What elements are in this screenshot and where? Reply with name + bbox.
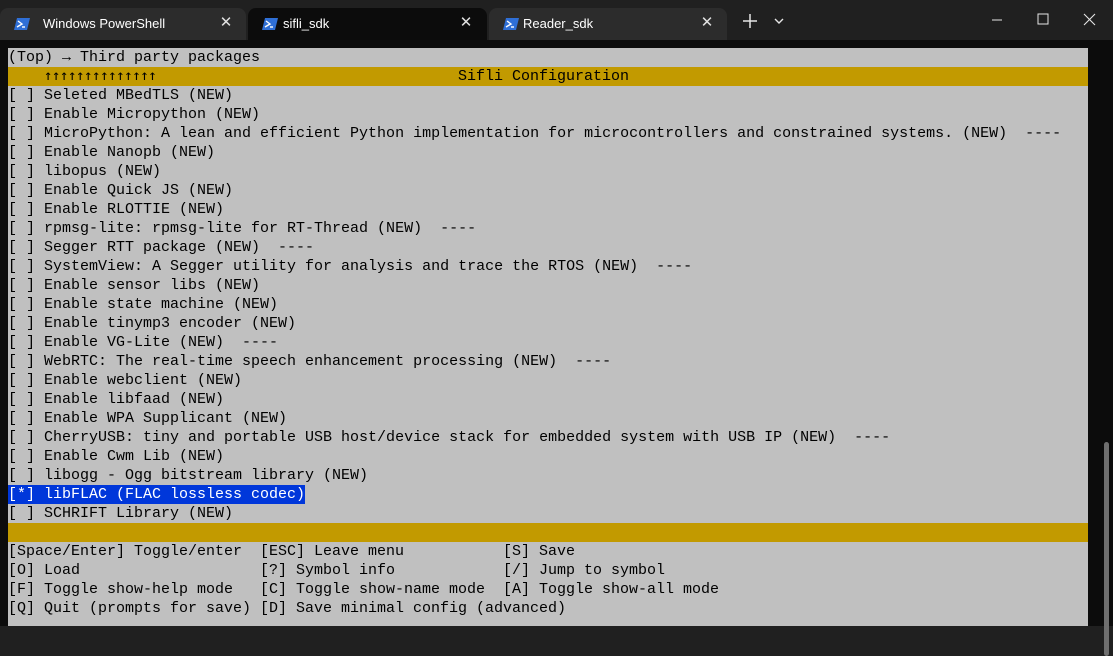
menu-item-label: [ ] Enable Nanopb (NEW) [8, 144, 216, 161]
close-window-icon[interactable] [1067, 0, 1113, 40]
menu-item[interactable]: [ ] SystemView: A Segger utility for ana… [8, 257, 1088, 276]
help-key-hint: [D] Save minimal config (advanced) [260, 600, 567, 617]
menu-item[interactable]: [ ] rpmsg-lite: rpmsg-lite for RT-Thread… [8, 219, 1088, 238]
close-tab-icon[interactable]: ✕ [697, 13, 717, 33]
help-key-hint: [S] Save [503, 543, 576, 560]
help-key-hint: [A] Toggle show-all mode [503, 581, 720, 598]
menu-item-label: [ ] Enable libfaad (NEW) [8, 391, 225, 408]
menu-item[interactable]: [ ] Enable tinymp3 encoder (NEW) [8, 314, 1088, 333]
menu-item[interactable]: [ ] SCHRIFT Library (NEW) [8, 504, 1088, 523]
menu-item-label: [ ] Enable Cwm Lib (NEW) [8, 448, 225, 465]
menu-item-label: [ ] Enable VG-Lite (NEW) ---- [8, 334, 279, 351]
menu-item[interactable]: [ ] Enable VG-Lite (NEW) ---- [8, 333, 1088, 352]
menu-item-label: [ ] SCHRIFT Library (NEW) [8, 505, 234, 522]
menu-item[interactable]: [ ] Enable sensor libs (NEW) [8, 276, 1088, 295]
bottom-separator-bar [8, 523, 1088, 542]
menu-item[interactable]: [ ] Enable webclient (NEW) [8, 371, 1088, 390]
menu-item-label: [ ] CherryUSB: tiny and portable USB hos… [8, 429, 891, 446]
menu-item-label: [ ] Segger RTT package (NEW) ---- [8, 239, 315, 256]
help-key-hint: [Space/Enter] Toggle/enter [8, 543, 243, 560]
help-key-hint: [?] Symbol info [260, 562, 396, 579]
menu-item-label: [ ] Enable WPA Supplicant (NEW) [8, 410, 288, 427]
powershell-icon [503, 18, 519, 30]
chevron-down-icon[interactable] [770, 12, 788, 30]
powershell-icon [262, 18, 278, 30]
menu-item[interactable]: [ ] Segger RTT package (NEW) ---- [8, 238, 1088, 257]
menu-item-selected[interactable]: [*] libFLAC (FLAC lossless codec) [8, 485, 1088, 504]
help-key-hint: [F] Toggle show-help mode [8, 581, 234, 598]
menu-item[interactable]: [ ] Enable Cwm Lib (NEW) [8, 447, 1088, 466]
help-key-hint: [O] Load [8, 562, 81, 579]
menu-item-label: [ ] SystemView: A Segger utility for ana… [8, 258, 693, 275]
breadcrumb: (Top) → Third party packages [8, 49, 261, 66]
menu-item-label: [ ] rpmsg-lite: rpmsg-lite for RT-Thread… [8, 220, 477, 237]
tab-windows-powershell[interactable]: Windows PowerShell ✕ [0, 8, 246, 40]
menu-item-label: [ ] libogg - Ogg bitstream library (NEW) [8, 467, 369, 484]
menu-item[interactable]: [ ] WebRTC: The real-time speech enhance… [8, 352, 1088, 371]
menu-item-label: [ ] Enable Quick JS (NEW) [8, 182, 234, 199]
menu-item-label: [ ] Enable webclient (NEW) [8, 372, 243, 389]
title-bar: Windows PowerShell ✕ sifli_sdk ✕ Reader_… [0, 0, 1113, 40]
menu-item[interactable]: [ ] CherryUSB: tiny and portable USB hos… [8, 428, 1088, 447]
scroll-up-indicator: ↑↑↑↑↑↑↑↑↑↑↑↑↑↑ [44, 68, 157, 84]
menu-item-label: [ ] libopus (NEW) [8, 163, 162, 180]
menu-item-label: [ ] Enable RLOTTIE (NEW) [8, 201, 225, 218]
menu-title-bar: ↑↑↑↑↑↑↑↑↑↑↑↑↑↑ Sifli Configuration [8, 67, 1088, 86]
menu-item-label: [*] libFLAC (FLAC lossless codec) [8, 485, 306, 504]
new-tab-icon[interactable] [738, 9, 762, 33]
menu-item[interactable]: [ ] Enable libfaad (NEW) [8, 390, 1088, 409]
menu-item[interactable]: [ ] Enable RLOTTIE (NEW) [8, 200, 1088, 219]
menu-item[interactable]: [ ] Seleted MBedTLS (NEW) [8, 86, 1088, 105]
menu-item[interactable]: [ ] Enable WPA Supplicant (NEW) [8, 409, 1088, 428]
menu-item-label: [ ] MicroPython: A lean and efficient Py… [8, 125, 1062, 142]
maximize-icon[interactable] [1020, 0, 1066, 40]
menu-item[interactable]: [ ] Enable Micropython (NEW) [8, 105, 1088, 124]
help-key-hint: [ESC] Leave menu [260, 543, 405, 560]
menu-item[interactable]: [ ] MicroPython: A lean and efficient Py… [8, 124, 1088, 143]
tab-label: Reader_sdk [523, 16, 594, 31]
menu-title: Sifli Configuration [458, 68, 630, 85]
menu-item-label: [ ] Seleted MBedTLS (NEW) [8, 87, 234, 104]
scrollbar-thumb[interactable] [1104, 442, 1109, 656]
menu-item-label: [ ] Enable state machine (NEW) [8, 296, 279, 313]
menu-item-label: [ ] Enable tinymp3 encoder (NEW) [8, 315, 297, 332]
menu-item[interactable]: [ ] libopus (NEW) [8, 162, 1088, 181]
powershell-icon [14, 18, 30, 30]
tab-sifli-sdk[interactable]: sifli_sdk ✕ [248, 8, 487, 40]
minimize-icon[interactable] [974, 0, 1020, 40]
close-tab-icon[interactable]: ✕ [216, 13, 236, 33]
menu-item-label: [ ] Enable Micropython (NEW) [8, 106, 261, 123]
help-key-hint: [Q] Quit (prompts for save) [8, 600, 252, 617]
close-tab-icon[interactable]: ✕ [456, 13, 476, 33]
menu-item[interactable]: [ ] Enable state machine (NEW) [8, 295, 1088, 314]
tab-label: Windows PowerShell [43, 16, 166, 31]
menu-item[interactable]: [ ] Enable Nanopb (NEW) [8, 143, 1088, 162]
tab-label: sifli_sdk [283, 16, 330, 31]
tab-reader-sdk[interactable]: Reader_sdk ✕ [489, 8, 727, 40]
menu-item-label: [ ] Enable sensor libs (NEW) [8, 277, 261, 294]
menu-item[interactable]: [ ] Enable Quick JS (NEW) [8, 181, 1088, 200]
help-key-hint: [C] Toggle show-name mode [260, 581, 486, 598]
menu-item[interactable]: [ ] libogg - Ogg bitstream library (NEW) [8, 466, 1088, 485]
help-key-hint: [/] Jump to symbol [503, 562, 666, 579]
menu-item-label: [ ] WebRTC: The real-time speech enhance… [8, 353, 612, 370]
menuconfig-screen: (Top) → Third party packages ↑↑↑↑↑↑↑↑↑↑↑… [8, 48, 1088, 626]
terminal-window[interactable]: (Top) → Third party packages ↑↑↑↑↑↑↑↑↑↑↑… [0, 40, 1113, 656]
